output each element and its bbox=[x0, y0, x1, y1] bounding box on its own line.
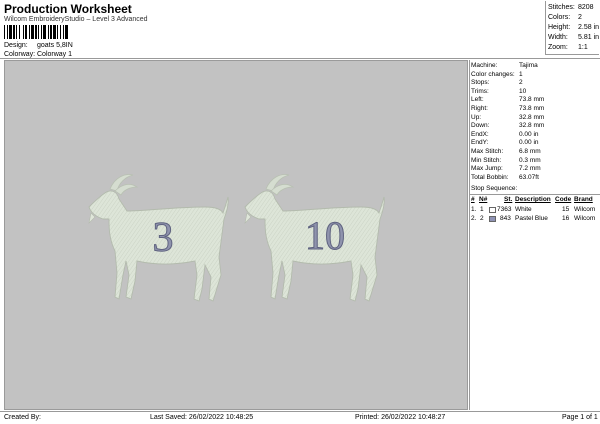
thread-swatch-pastel-blue bbox=[489, 216, 496, 222]
property-row: Stops: 2 bbox=[471, 79, 599, 88]
header-divider bbox=[0, 58, 600, 59]
seq-row-needle: 2 bbox=[480, 215, 484, 222]
stat-stitches: Stitches: 8208 bbox=[548, 4, 594, 11]
property-label: Machine: bbox=[471, 62, 498, 69]
seq-header-code: Code bbox=[555, 196, 572, 203]
seq-header-index: # bbox=[471, 196, 475, 203]
property-value: 1 bbox=[519, 70, 523, 78]
property-row: EndY: 0.00 in bbox=[471, 139, 599, 148]
property-row: Machine: Tajima bbox=[471, 62, 599, 71]
footer-page-number: Page 1 of 1 bbox=[562, 414, 598, 421]
stop-sequence-title: Stop Sequence: bbox=[471, 185, 518, 192]
software-subtitle: Wilcom EmbroideryStudio – Level 3 Advanc… bbox=[4, 16, 148, 23]
seq-row-needle: 1 bbox=[480, 206, 484, 213]
property-value: 32.8 mm bbox=[519, 122, 545, 130]
property-label: Left: bbox=[471, 96, 484, 104]
stop-sequence-divider bbox=[470, 194, 600, 195]
property-label: Up: bbox=[471, 113, 482, 121]
design-value: goats 5,8IN bbox=[37, 42, 73, 49]
property-value: 0.3 mm bbox=[519, 156, 541, 164]
design-stats-box: Stitches: 8208 Colors: 2 Height: 2.58 in Wi… bbox=[545, 1, 599, 55]
seq-header-needle: N# bbox=[479, 196, 488, 203]
machine-properties-panel: Machine: Tajima Color changes: 1 Stops: 2 Trim… bbox=[469, 60, 600, 410]
property-value: 0.00 in bbox=[519, 139, 539, 147]
seq-row-index: 1. bbox=[471, 206, 477, 213]
seq-row-description: White bbox=[515, 206, 532, 213]
footer-divider bbox=[0, 411, 600, 412]
barcode bbox=[4, 25, 68, 39]
design-label: Design: bbox=[4, 42, 28, 49]
stat-colors: Colors: 2 bbox=[548, 14, 582, 21]
property-row: EndX: 0.00 in bbox=[471, 131, 599, 140]
seq-row-brand: Wilcom bbox=[574, 215, 596, 222]
seq-header-stitches: St. bbox=[504, 196, 513, 203]
seq-header-description: Description bbox=[515, 196, 551, 203]
property-row: Down: 32.8 mm bbox=[471, 122, 599, 131]
property-row: Max Jump: 7.2 mm bbox=[471, 165, 599, 174]
property-label: Stops: bbox=[471, 79, 490, 87]
design-canvas: 3 10 bbox=[88, 174, 385, 302]
footer-created-by: Created By: bbox=[4, 414, 41, 421]
property-value: 6.8 mm bbox=[519, 148, 541, 155]
seq-row-index: 2. bbox=[471, 215, 477, 222]
stat-height: Height: 2.58 in bbox=[548, 24, 600, 31]
stat-zoom: Zoom: 1:1 bbox=[548, 44, 588, 51]
goat-left-number: 3 bbox=[153, 215, 174, 261]
seq-row-stitches: 7363 bbox=[497, 206, 512, 213]
seq-row-code: 15 bbox=[562, 206, 570, 213]
design-preview: 3 10 bbox=[4, 60, 468, 410]
seq-header-brand: Brand bbox=[574, 196, 593, 203]
footer-last-saved: Last Saved: 26/02/2022 10:48:25 bbox=[150, 414, 254, 421]
property-row: Min Stitch: 0.3 mm bbox=[471, 157, 599, 166]
property-label: Max Jump: bbox=[471, 165, 503, 173]
seq-row-stitches: 843 bbox=[500, 215, 511, 222]
seq-row-code: 16 bbox=[562, 215, 570, 222]
property-value: 73.8 mm bbox=[519, 105, 545, 112]
property-row: Up: 32.8 mm bbox=[471, 114, 599, 123]
seq-row-description: Pastel Blue bbox=[515, 215, 548, 222]
property-label: Color changes: bbox=[471, 70, 515, 78]
property-row: Max Stitch: 6.8 mm bbox=[471, 148, 599, 157]
page-title: Production Worksheet bbox=[4, 2, 132, 16]
goat-right-number: 10 bbox=[305, 213, 345, 258]
property-value: 32.8 mm bbox=[519, 113, 545, 121]
property-value: 0.00 in bbox=[519, 130, 539, 138]
property-label: EndX: bbox=[471, 130, 489, 138]
stat-width: Width: 5.81 in bbox=[548, 34, 600, 41]
property-value: 73.8 mm bbox=[519, 96, 545, 104]
property-label: Total Bobbin: bbox=[471, 173, 509, 181]
property-row: Right: 73.8 mm bbox=[471, 105, 599, 114]
thread-swatch-white bbox=[489, 207, 496, 213]
property-row: Left: 73.8 mm bbox=[471, 96, 599, 105]
property-label: EndY: bbox=[471, 139, 489, 147]
property-label: Trims: bbox=[471, 87, 489, 95]
property-row: Color changes: 1 bbox=[471, 71, 599, 80]
property-value: 10 bbox=[519, 87, 527, 95]
property-label: Max Stitch: bbox=[471, 148, 504, 155]
footer-printed: Printed: 26/02/2022 10:48:27 bbox=[355, 414, 446, 421]
property-value: 2 bbox=[519, 79, 523, 87]
property-label: Min Stitch: bbox=[471, 156, 502, 164]
property-row: Trims: 10 bbox=[471, 88, 599, 97]
property-value: 63.07ft bbox=[519, 173, 539, 181]
property-value: Tajima bbox=[519, 62, 538, 69]
seq-row-brand: Wilcom bbox=[574, 206, 596, 213]
property-value: 7.2 mm bbox=[519, 165, 541, 173]
property-row: Total Bobbin: 63.07ft bbox=[471, 174, 599, 183]
property-label: Down: bbox=[471, 122, 490, 130]
property-label: Right: bbox=[471, 105, 488, 112]
